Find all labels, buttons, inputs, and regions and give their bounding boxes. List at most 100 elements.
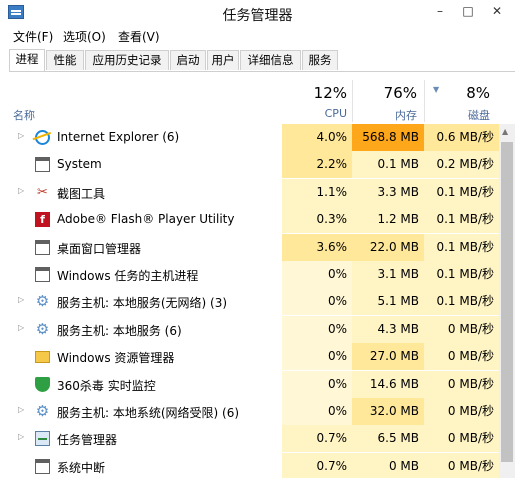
menu-file[interactable]: 文件(F) bbox=[13, 28, 53, 45]
expand-arrow-icon[interactable]: ▷ bbox=[18, 295, 24, 304]
disk-cell: 0 MB/秒 bbox=[424, 452, 499, 478]
window-icon bbox=[35, 458, 50, 474]
disk-cell: 0.1 MB/秒 bbox=[424, 288, 499, 316]
memory-cell: 6.5 MB bbox=[352, 425, 424, 453]
flash-icon: f bbox=[35, 212, 50, 228]
expand-arrow-icon[interactable]: ▷ bbox=[18, 432, 24, 441]
memory-cell: 5.1 MB bbox=[352, 288, 424, 316]
menu-options[interactable]: 选项(O) bbox=[63, 28, 106, 45]
task-manager-icon bbox=[35, 431, 50, 447]
process-name: 截图工具 bbox=[57, 186, 106, 201]
folder-icon bbox=[35, 351, 50, 364]
column-name[interactable]: 名称 bbox=[13, 107, 35, 123]
vertical-scrollbar[interactable]: ▲ bbox=[499, 124, 515, 478]
disk-cell: 0 MB/秒 bbox=[424, 370, 499, 398]
tab-users[interactable]: 用户 bbox=[207, 50, 239, 70]
disk-cell: 0.1 MB/秒 bbox=[424, 261, 499, 288]
gear-icon: ⚙ bbox=[35, 292, 50, 311]
memory-total[interactable]: 76% bbox=[352, 84, 417, 102]
table-row[interactable]: 桌面窗口管理器 3.6% 22.0 MB 0.1 MB/秒 bbox=[0, 233, 499, 261]
shield-icon bbox=[35, 376, 50, 392]
window-icon bbox=[35, 239, 50, 255]
tab-app-history[interactable]: 应用历史记录 bbox=[85, 50, 169, 70]
process-name: 360杀毒 实时监控 bbox=[57, 378, 156, 393]
cpu-cell: 0% bbox=[282, 343, 352, 371]
table-row[interactable]: System 2.2% 0.1 MB 0.2 MB/秒 bbox=[0, 151, 499, 179]
tab-processes[interactable]: 进程 bbox=[9, 49, 45, 71]
process-name: 服务主机: 本地服务(无网络) (3) bbox=[57, 296, 228, 311]
memory-column-label[interactable]: 内存 bbox=[352, 107, 417, 123]
disk-cell: 0.6 MB/秒 bbox=[424, 124, 499, 151]
process-name: System bbox=[57, 157, 102, 172]
window-icon bbox=[35, 157, 50, 173]
cpu-cell: 0% bbox=[282, 288, 352, 316]
cpu-cell: 3.6% bbox=[282, 233, 352, 261]
table-row[interactable]: ▷ ⚙ 服务主机: 本地服务(无网络) (3) 0% 5.1 MB 0.1 MB/秒 bbox=[0, 288, 499, 316]
cpu-cell: 0% bbox=[282, 261, 352, 288]
table-row[interactable]: 系统中断 0.7% 0 MB 0 MB/秒 bbox=[0, 452, 499, 478]
title-bar: 任务管理器 – □ ✕ bbox=[0, 0, 515, 26]
disk-cell: 0.1 MB/秒 bbox=[424, 233, 499, 261]
table-row[interactable]: Windows 资源管理器 0% 27.0 MB 0 MB/秒 bbox=[0, 343, 499, 371]
cpu-cell: 0% bbox=[282, 315, 352, 343]
table-row[interactable]: ▷ Internet Explorer (6) 4.0% 568.8 MB 0.6 MB… bbox=[0, 124, 499, 151]
cpu-total[interactable]: 12% bbox=[282, 84, 347, 102]
memory-cell: 3.1 MB bbox=[352, 261, 424, 288]
table-row[interactable]: f Adobe® Flash® Player Utility 0.3% 1.2 MB 0… bbox=[0, 206, 499, 234]
tab-services[interactable]: 服务 bbox=[302, 50, 338, 70]
process-name: 服务主机: 本地系统(网络受限) (6) bbox=[57, 406, 240, 420]
ie-icon bbox=[32, 130, 53, 145]
memory-cell: 1.2 MB bbox=[352, 206, 424, 234]
sort-indicator-icon: ▼ bbox=[433, 85, 440, 94]
tab-performance[interactable]: 性能 bbox=[46, 50, 84, 70]
table-row[interactable]: ▷ 任务管理器 0.7% 6.5 MB 0 MB/秒 bbox=[0, 425, 499, 453]
close-button[interactable]: ✕ bbox=[487, 4, 507, 18]
table-row[interactable]: 360杀毒 实时监控 0% 14.6 MB 0 MB/秒 bbox=[0, 370, 499, 398]
disk-cell: 0 MB/秒 bbox=[424, 425, 499, 453]
table-row[interactable]: Windows 任务的主机进程 0% 3.1 MB 0.1 MB/秒 bbox=[0, 261, 499, 288]
expand-arrow-icon[interactable]: ▷ bbox=[18, 405, 24, 414]
cpu-column-label[interactable]: CPU bbox=[282, 107, 347, 120]
scroll-up-icon[interactable]: ▲ bbox=[502, 127, 508, 136]
disk-cell: 0 MB/秒 bbox=[424, 343, 499, 371]
cpu-cell: 0.7% bbox=[282, 425, 352, 453]
disk-cell: 0 MB/秒 bbox=[424, 398, 499, 425]
gear-icon: ⚙ bbox=[35, 402, 50, 420]
window-icon bbox=[35, 267, 50, 282]
memory-cell: 27.0 MB bbox=[352, 343, 424, 371]
process-name: Windows 任务的主机进程 bbox=[57, 269, 199, 283]
expand-arrow-icon[interactable]: ▷ bbox=[18, 323, 24, 332]
cpu-cell: 0.3% bbox=[282, 206, 352, 234]
minimize-button[interactable]: – bbox=[430, 4, 450, 18]
disk-column-label[interactable]: 磁盘 bbox=[424, 107, 490, 123]
cpu-cell: 0% bbox=[282, 398, 352, 425]
maximize-button[interactable]: □ bbox=[458, 4, 478, 18]
expand-arrow-icon[interactable]: ▷ bbox=[18, 131, 24, 140]
table-row[interactable]: ▷ ✂ 截图工具 1.1% 3.3 MB 0.1 MB/秒 bbox=[0, 178, 499, 206]
process-name: Windows 资源管理器 bbox=[57, 351, 175, 366]
cpu-cell: 4.0% bbox=[282, 124, 352, 151]
menu-view[interactable]: 查看(V) bbox=[118, 28, 160, 45]
memory-cell: 0.1 MB bbox=[352, 151, 424, 179]
column-divider bbox=[424, 80, 425, 122]
cpu-cell: 2.2% bbox=[282, 151, 352, 179]
process-name: 任务管理器 bbox=[57, 433, 118, 448]
process-name: 系统中断 bbox=[57, 460, 106, 475]
cpu-cell: 1.1% bbox=[282, 178, 352, 206]
disk-cell: 0.1 MB/秒 bbox=[424, 178, 499, 206]
tab-startup[interactable]: 启动 bbox=[170, 50, 206, 70]
memory-cell: 0 MB bbox=[352, 452, 424, 478]
process-name: 桌面窗口管理器 bbox=[57, 241, 142, 256]
expand-arrow-icon[interactable]: ▷ bbox=[18, 186, 24, 195]
cpu-cell: 0.7% bbox=[282, 452, 352, 478]
disk-cell: 0 MB/秒 bbox=[424, 315, 499, 343]
tab-details[interactable]: 详细信息 bbox=[240, 50, 301, 70]
table-row[interactable]: ▷ ⚙ 服务主机: 本地服务 (6) 0% 4.3 MB 0 MB/秒 bbox=[0, 315, 499, 343]
tab-strip: 进程 性能 应用历史记录 启动 用户 详细信息 服务 bbox=[9, 49, 515, 72]
memory-cell: 568.8 MB bbox=[352, 124, 424, 151]
scrollbar-thumb[interactable] bbox=[501, 142, 513, 462]
scissors-icon: ✂ bbox=[37, 184, 48, 200]
gear-icon: ⚙ bbox=[35, 319, 50, 338]
memory-cell: 4.3 MB bbox=[352, 315, 424, 343]
table-row[interactable]: ▷ ⚙ 服务主机: 本地系统(网络受限) (6) 0% 32.0 MB 0 MB/秒 bbox=[0, 398, 499, 425]
